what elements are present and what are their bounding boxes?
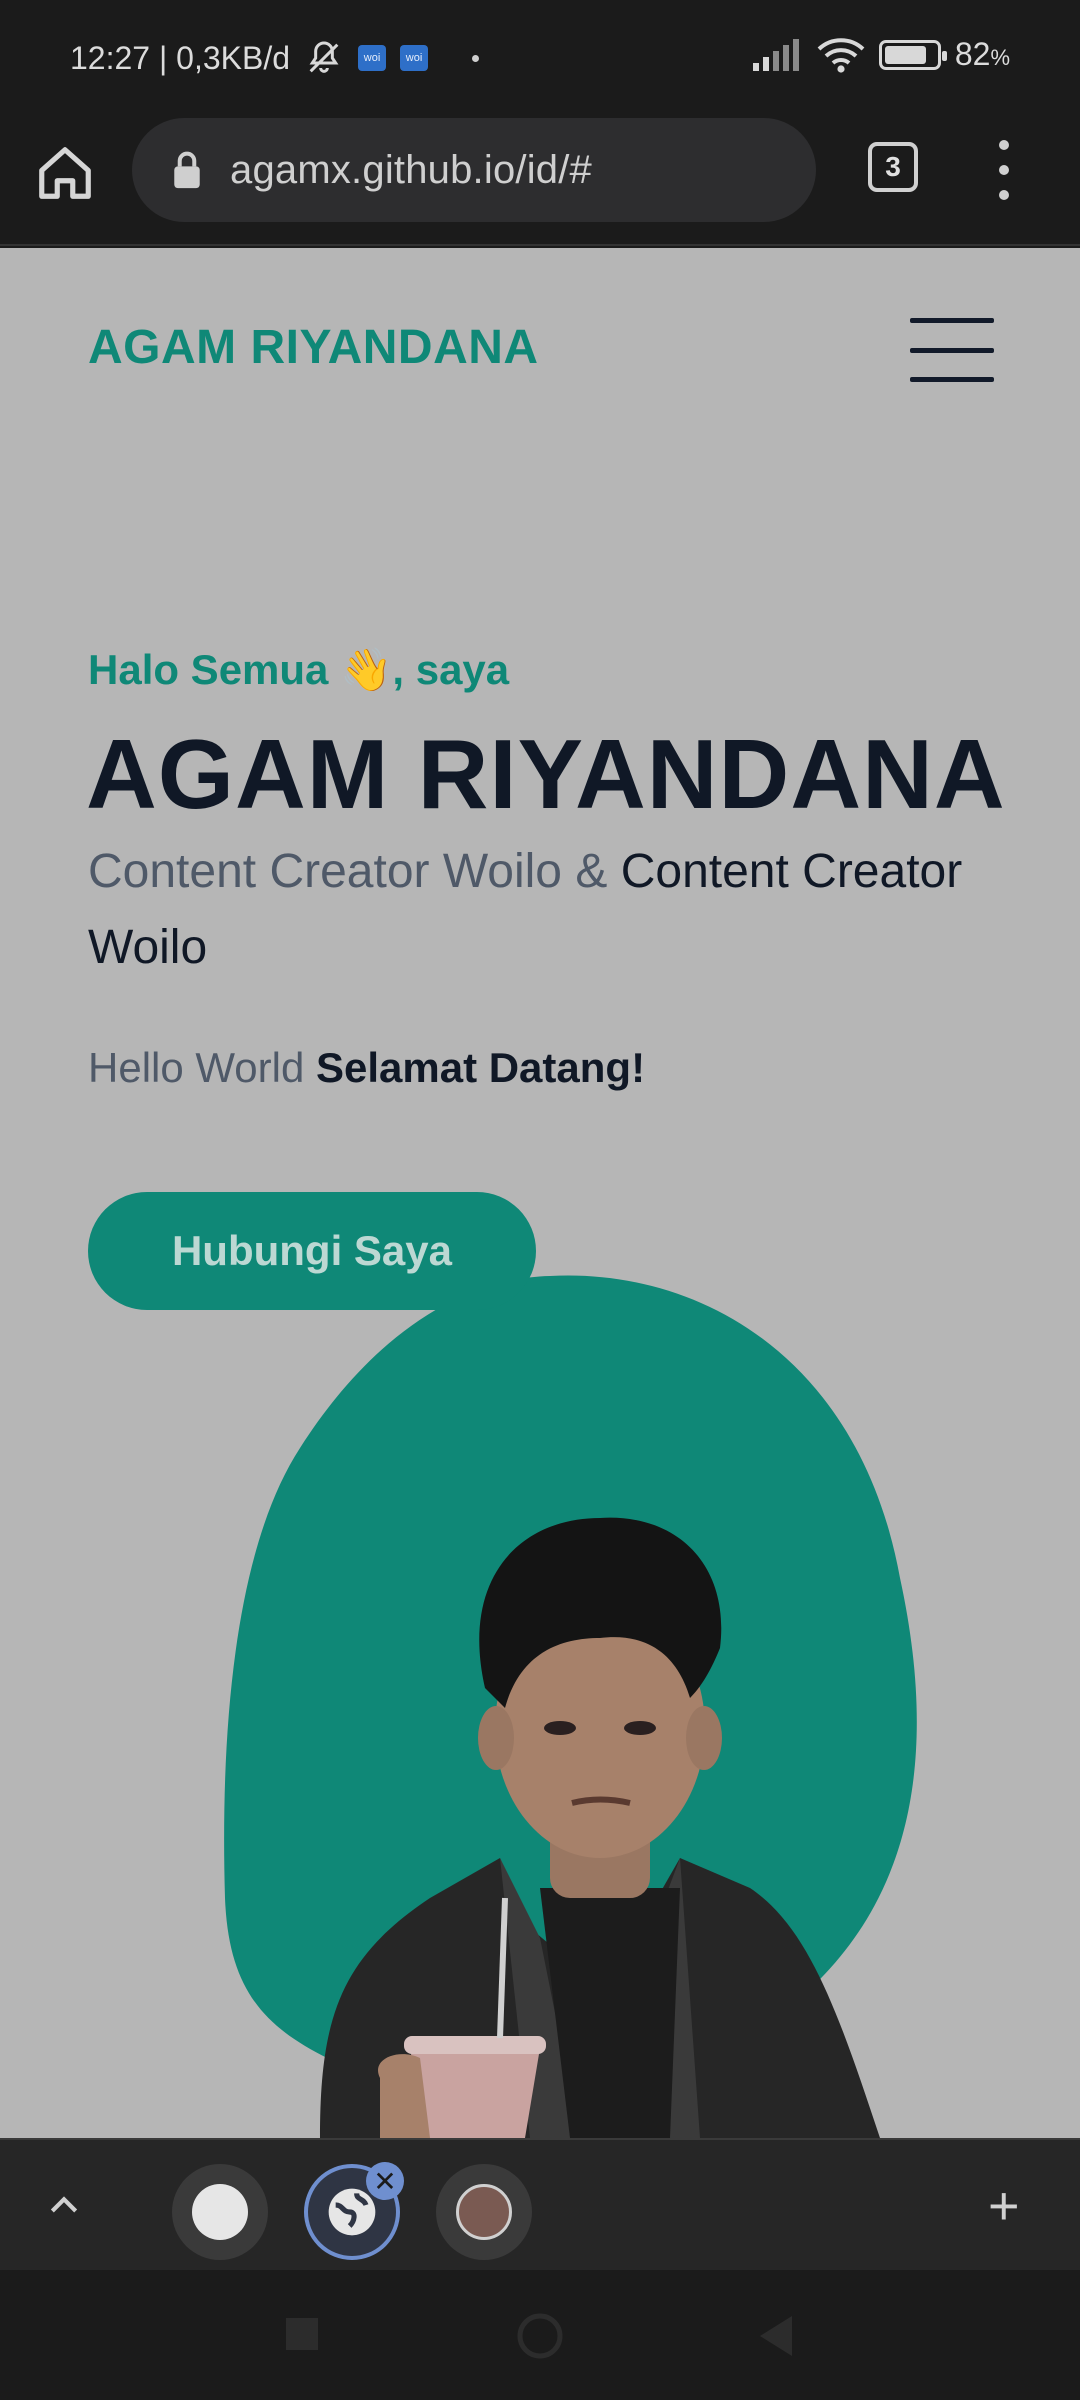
home-icon[interactable] [34, 142, 96, 204]
battery-level [884, 45, 926, 64]
chevron-up-icon[interactable] [44, 2186, 84, 2226]
wifi-icon [817, 37, 865, 73]
woi-notification-icon: woi [400, 45, 429, 71]
back-icon[interactable] [756, 2314, 796, 2358]
tab-thumbnail-blank[interactable] [172, 2164, 268, 2260]
status-right: 82% [751, 36, 1010, 73]
more-vert-icon[interactable] [994, 140, 1014, 200]
battery-percent: 82% [954, 36, 1010, 72]
role-text: Content Creator Woilo & Content Creator … [88, 834, 1028, 986]
tab-thumbnail-globe[interactable]: ✕ [304, 2162, 404, 2260]
hero-name: AGAM RIYANDANA [86, 719, 1006, 829]
contact-button[interactable]: Hubungi Saya [88, 1192, 536, 1310]
address-bar[interactable]: agamx.github.io/id/# [132, 118, 816, 222]
plus-icon[interactable]: + [988, 2179, 1020, 2233]
home-icon[interactable] [516, 2312, 564, 2360]
profile-photo [320, 1517, 880, 2138]
hamburger-menu-icon[interactable] [910, 318, 994, 382]
tab-switcher-button[interactable]: 3 [868, 142, 918, 192]
browser-toolbar: agamx.github.io/id/# 3 [0, 118, 1080, 246]
close-icon[interactable]: ✕ [366, 2162, 404, 2200]
status-left: 12:27 | 0,3KB/d woi woi [70, 38, 480, 78]
hello-muted: Hello World [88, 1044, 305, 1091]
status-bar: 12:27 | 0,3KB/d woi woi 82% [0, 0, 1080, 118]
site-brand-logo[interactable]: AGAM RIYANDANA [88, 320, 539, 375]
battery-icon [878, 39, 947, 70]
time-and-speed: 12:27 | 0,3KB/d [70, 39, 291, 76]
more-notifications-dot [472, 54, 480, 62]
tab-strip: ✕ + [0, 2138, 1080, 2270]
signal-icon [752, 38, 799, 71]
url-text[interactable]: agamx.github.io/id/# [230, 148, 592, 193]
hello-bold: Selamat Datang! [315, 1044, 646, 1091]
bell-off-icon [309, 41, 339, 73]
system-nav-bar [0, 2270, 1080, 2400]
lock-icon [174, 151, 200, 189]
recents-icon[interactable] [284, 2316, 320, 2352]
hello-text: Hello World Selamat Datang! [88, 1044, 645, 1092]
tab-thumbnail-photo[interactable] [436, 2164, 532, 2260]
woi-notification-icon: woi [358, 45, 387, 71]
web-page: AGAM RIYANDANA Halo Semua 👋, saya AGAM R… [0, 248, 1080, 2138]
role-static: Content Creator Woilo & [88, 845, 608, 898]
greeting-text: Halo Semua 👋, saya [88, 646, 510, 693]
